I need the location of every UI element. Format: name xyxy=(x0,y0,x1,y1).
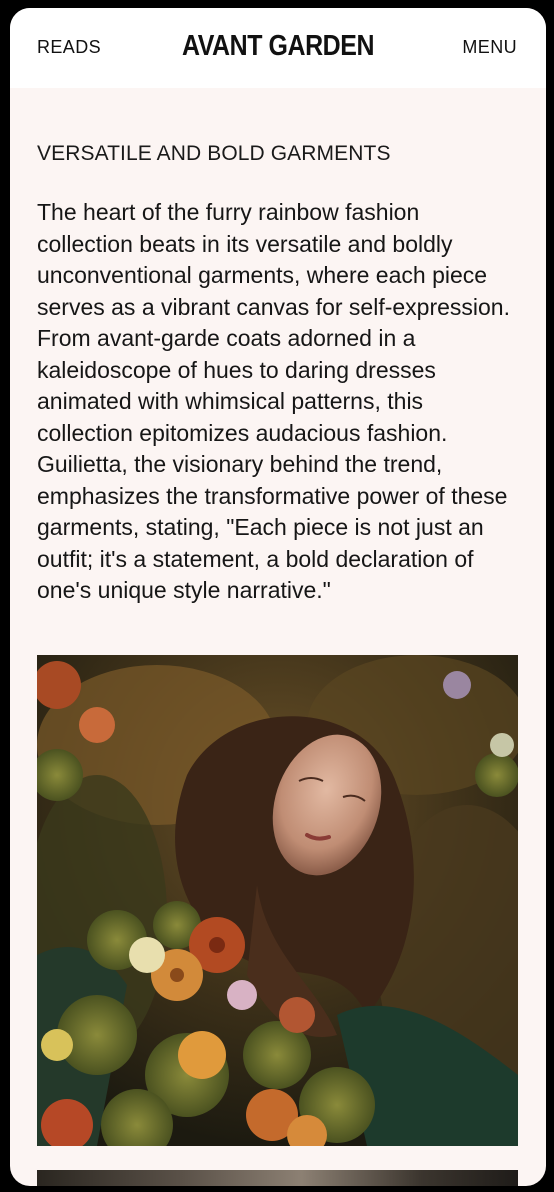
section-heading: VERSATILE AND BOLD GARMENTS xyxy=(37,142,391,165)
top-navigation-bar: READS AVANT GARDEN MENU xyxy=(10,8,546,88)
phone-screen: READS AVANT GARDEN MENU VERSATILE AND BO… xyxy=(10,8,546,1186)
article-photo xyxy=(37,655,518,1146)
menu-button[interactable]: MENU xyxy=(462,37,517,58)
brand-logo[interactable]: AVANT GARDEN xyxy=(48,30,509,63)
article-paragraph: The heart of the furry rainbow fashion c… xyxy=(37,199,510,603)
next-photo-preview xyxy=(37,1170,518,1186)
